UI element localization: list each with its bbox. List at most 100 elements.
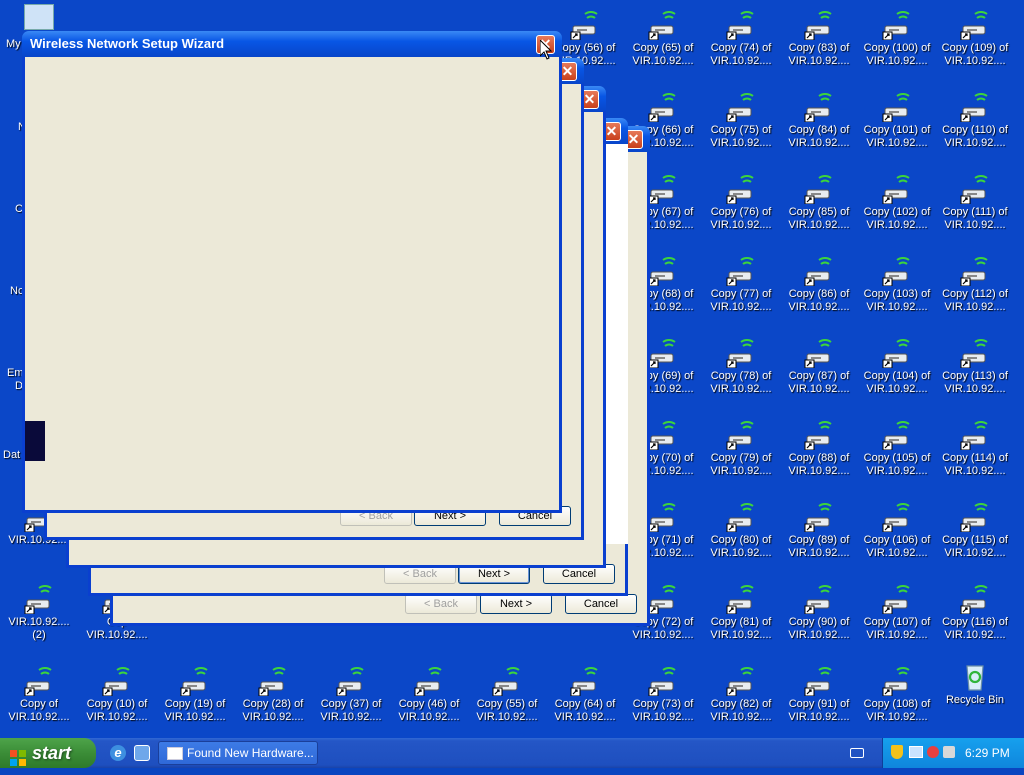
- desktop-icon-label: Copy (116) of: [942, 616, 1008, 628]
- desktop-icon-copy[interactable]: Copy (90) of VIR.10.92....: [780, 578, 858, 660]
- desktop-icon-label: VIR.10.92....: [476, 711, 538, 723]
- desktop-icon-copy[interactable]: Copy (37) of VIR.10.92....: [312, 660, 390, 742]
- task-label: Found New Hardware...: [187, 746, 314, 760]
- desktop-icon-copy[interactable]: Copy (109) of VIR.10.92....: [936, 4, 1014, 86]
- desktop-icon-copy[interactable]: Copy (89) of VIR.10.92....: [780, 496, 858, 578]
- wireless-network-icon: [881, 582, 913, 614]
- desktop-icon-label: VIR.10.92....: [710, 219, 772, 231]
- desktop-icon-label: Recycle Bin: [945, 694, 1005, 706]
- alert-icon[interactable]: [927, 746, 939, 758]
- desktop-icon-copy[interactable]: Copy (104) of VIR.10.92....: [858, 332, 936, 414]
- desktop-icon-copy[interactable]: Copy (77) of VIR.10.92....: [702, 250, 780, 332]
- desktop-icon-copy[interactable]: Copy (101) of VIR.10.92....: [858, 86, 936, 168]
- desktop-icon-copy[interactable]: Copy of VIR.10.92....: [0, 660, 78, 742]
- desktop-icon-copy[interactable]: Copy (84) of VIR.10.92....: [780, 86, 858, 168]
- wireless-network-icon: [803, 500, 835, 532]
- desktop-icon-copy[interactable]: Copy (110) of VIR.10.92....: [936, 86, 1014, 168]
- desktop-icon-copy[interactable]: Copy (111) of VIR.10.92....: [936, 168, 1014, 250]
- wireless-network-icon: [803, 8, 835, 40]
- desktop-icon-label[interactable]: Dat: [3, 449, 20, 461]
- desktop-icon-copy[interactable]: VIR.10.92.... (2): [0, 578, 78, 660]
- desktop-icon-copy[interactable]: Copy (102) of VIR.10.92....: [858, 168, 936, 250]
- next-button[interactable]: Next >: [480, 594, 552, 614]
- desktop-icon-label: VIR.10.92....: [710, 301, 772, 313]
- desktop-icon-copy[interactable]: Copy (65) of VIR.10.92....: [624, 4, 702, 86]
- desktop-icon-copy[interactable]: Copy (103) of VIR.10.92....: [858, 250, 936, 332]
- desktop-icon-copy[interactable]: Copy (80) of VIR.10.92....: [702, 496, 780, 578]
- desktop-icon-copy[interactable]: Copy (108) of VIR.10.92....: [858, 660, 936, 742]
- desktop-icon-copy[interactable]: Copy (81) of VIR.10.92....: [702, 578, 780, 660]
- desktop-icon-copy[interactable]: Copy (87) of VIR.10.92....: [780, 332, 858, 414]
- desktop-icon-copy[interactable]: Copy (78) of VIR.10.92....: [702, 332, 780, 414]
- desktop-icon-copy[interactable]: Copy (73) of VIR.10.92....: [624, 660, 702, 742]
- desktop-icon-copy[interactable]: Copy (83) of VIR.10.92....: [780, 4, 858, 86]
- desktop-icon-label: VIR.10.92....: [710, 137, 772, 149]
- desktop-icon-copy[interactable]: Copy (106) of VIR.10.92....: [858, 496, 936, 578]
- desktop-icon-label: Copy (114) of: [942, 452, 1008, 464]
- desktop-icon-copy[interactable]: Copy (91) of VIR.10.92....: [780, 660, 858, 742]
- show-desktop-icon[interactable]: [134, 745, 150, 761]
- desktop-icon-label: VIR.10.92....: [710, 547, 772, 559]
- title-bar[interactable]: Wireless Network Setup Wizard: [22, 31, 562, 57]
- desktop-icon-label: VIR.10.92....: [8, 711, 70, 723]
- desktop-icon-copy[interactable]: Copy (55) of VIR.10.92....: [468, 660, 546, 742]
- desktop-icon-label: VIR.10.92....: [86, 629, 148, 641]
- desktop-icon-copy[interactable]: Copy (85) of VIR.10.92....: [780, 168, 858, 250]
- internet-explorer-icon[interactable]: e: [110, 745, 126, 761]
- wizard-banner-strip: [25, 421, 45, 461]
- desktop-icon-label: Copy (81) of: [710, 616, 772, 628]
- desktop-icon-copy[interactable]: Copy (115) of VIR.10.92....: [936, 496, 1014, 578]
- desktop-icon-copy[interactable]: Copy (112) of VIR.10.92....: [936, 250, 1014, 332]
- desktop-icon-copy[interactable]: Copy (114) of VIR.10.92....: [936, 414, 1014, 496]
- desktop-icon-copy[interactable]: Copy (88) of VIR.10.92....: [780, 414, 858, 496]
- wireless-network-icon: [23, 664, 55, 696]
- recycle-bin-icon: [959, 660, 991, 692]
- desktop-icon-copy[interactable]: Copy (28) of VIR.10.92....: [234, 660, 312, 742]
- desktop-icon-my-computer[interactable]: My: [0, 0, 54, 60]
- desktop-icon-label: Copy (79) of: [710, 452, 772, 464]
- wireless-network-icon: [959, 90, 991, 122]
- desktop-icon-copy[interactable]: Copy (79) of VIR.10.92....: [702, 414, 780, 496]
- desktop-icon-copy[interactable]: Copy (75) of VIR.10.92....: [702, 86, 780, 168]
- desktop-icon-label: VIR.10.92....: [398, 711, 460, 723]
- desktop-icon-copy[interactable]: Copy (10) of VIR.10.92....: [78, 660, 156, 742]
- desktop-icon-copy[interactable]: Copy (86) of VIR.10.92....: [780, 250, 858, 332]
- desktop-icon-copy[interactable]: Copy (46) of VIR.10.92....: [390, 660, 468, 742]
- desktop-icon-copy[interactable]: Copy (19) of VIR.10.92....: [156, 660, 234, 742]
- wireless-network-icon: [725, 90, 757, 122]
- clock[interactable]: 6:29 PM: [965, 738, 1010, 768]
- desktop-icon-label: Copy (115) of: [942, 534, 1008, 546]
- wireless-network-icon: [725, 336, 757, 368]
- desktop-icon-recycle-bin[interactable]: Recycle Bin: [936, 656, 1014, 738]
- desktop-icon-label: VIR.10.92....: [944, 465, 1006, 477]
- desktop-icon-copy[interactable]: Copy (105) of VIR.10.92....: [858, 414, 936, 496]
- desktop-icon-copy[interactable]: Copy (113) of VIR.10.92....: [936, 332, 1014, 414]
- desktop-icon-copy[interactable]: Copy (76) of VIR.10.92....: [702, 168, 780, 250]
- cancel-button[interactable]: Cancel: [565, 594, 637, 614]
- wireless-network-icon: [959, 254, 991, 286]
- desktop-icon-copy[interactable]: Copy (107) of VIR.10.92....: [858, 578, 936, 660]
- desktop-icon-label: Copy (80) of: [710, 534, 772, 546]
- network-icon[interactable]: [909, 746, 923, 758]
- back-button[interactable]: < Back: [405, 594, 477, 614]
- desktop-icon-copy[interactable]: Copy (100) of VIR.10.92....: [858, 4, 936, 86]
- taskbar-task-found-new-hardware[interactable]: Found New Hardware...: [158, 741, 318, 765]
- start-label: start: [32, 743, 72, 763]
- volume-icon[interactable]: [943, 746, 955, 758]
- desktop-icon-label: VIR.10.92....: [86, 711, 148, 723]
- desktop-icon-label: Copy (90) of: [788, 616, 850, 628]
- desktop-icon-label: Copy (64) of: [554, 698, 616, 710]
- desktop-icon-copy[interactable]: Copy (64) of VIR.10.92....: [546, 660, 624, 742]
- wizard-window-front[interactable]: Wireless Network Setup Wizard ✕: [22, 31, 562, 513]
- security-shield-icon[interactable]: [891, 745, 903, 759]
- desktop-icon-label: VIR.10.92....: [632, 55, 694, 67]
- desktop-icon-copy[interactable]: Copy (74) of VIR.10.92....: [702, 4, 780, 86]
- desktop-icon-copy[interactable]: Copy (116) of VIR.10.92....: [936, 578, 1014, 660]
- desktop-icon-label: VIR.10.92....: [788, 137, 850, 149]
- keyboard-icon[interactable]: [850, 748, 864, 758]
- desktop-icon-label: Copy (19) of: [164, 698, 226, 710]
- desktop-icon-label: VIR.10.92....: [866, 301, 928, 313]
- desktop-icon-copy[interactable]: Copy (82) of VIR.10.92....: [702, 660, 780, 742]
- desktop: My N C Nc Em D Dat Copy (56) ofVIR.10.92…: [0, 0, 1024, 738]
- start-button[interactable]: start: [0, 738, 96, 768]
